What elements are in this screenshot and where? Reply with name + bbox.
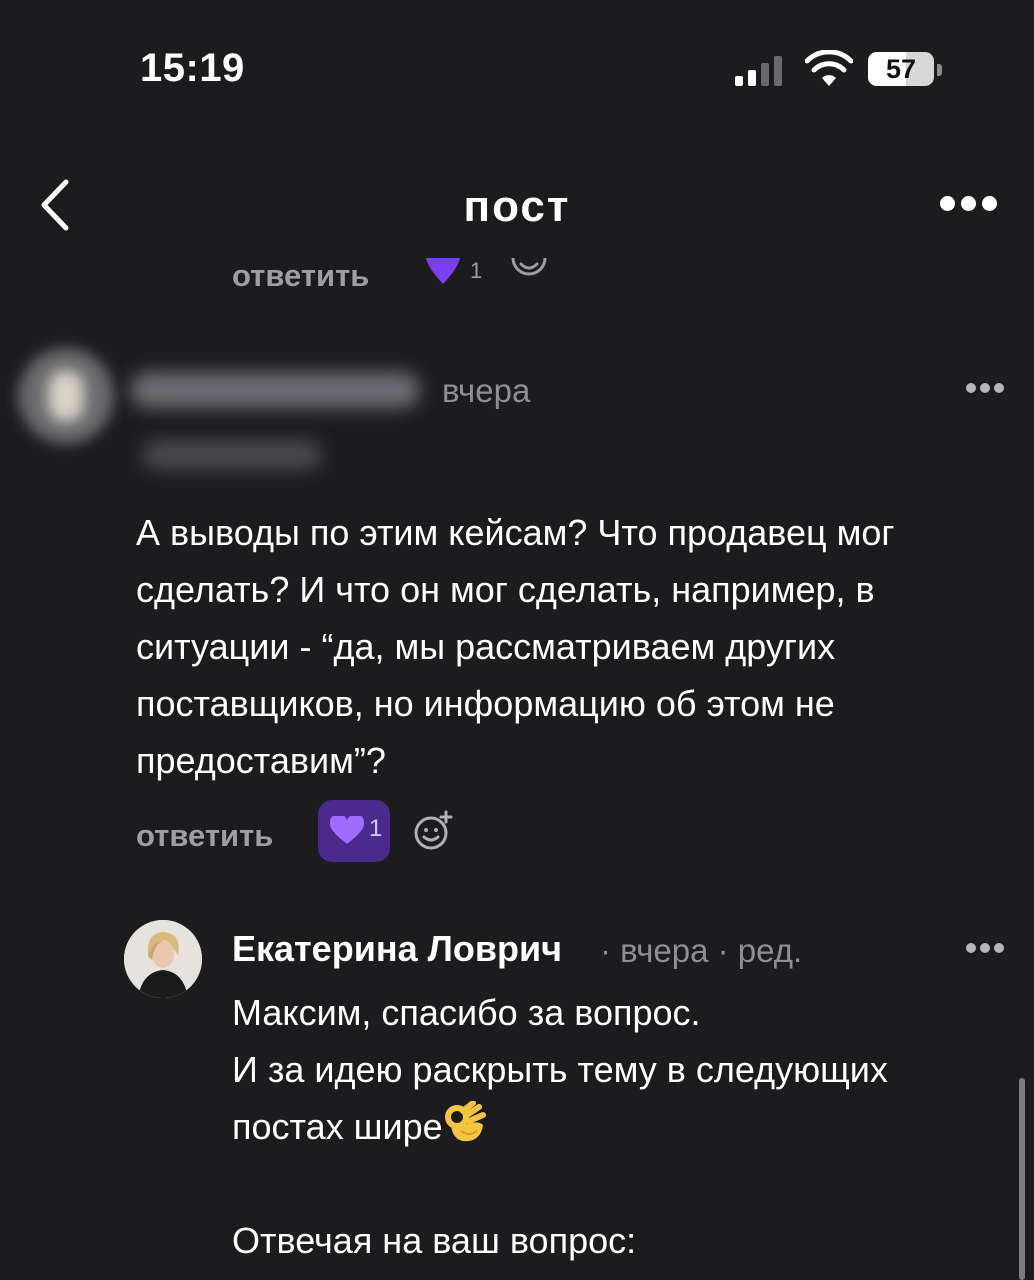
avatar[interactable] [124, 920, 202, 998]
comment-line: поставщиков, но информацию об этом не [136, 683, 835, 724]
author-subtitle-blurred [142, 440, 322, 470]
cellular-signal-icon [735, 54, 787, 86]
ok-hand-emoji [444, 1101, 486, 1142]
comment-text: А выводы по этим кейсам? Что продавец мо… [136, 504, 1006, 789]
battery-icon: 57 [868, 52, 934, 86]
reply-button[interactable]: ответить [232, 258, 369, 294]
scrollbar[interactable] [1019, 1078, 1025, 1280]
comment-line: предоставим”? [136, 740, 386, 781]
avatar[interactable] [18, 348, 114, 444]
page-title: пост [463, 182, 571, 231]
comment-line: ситуации - “да, мы рассматриваем других [136, 626, 836, 667]
reply-text: Максим, спасибо за вопрос. И за идею рас… [232, 984, 1012, 1269]
wifi-icon [805, 50, 853, 86]
more-horizontal-icon[interactable] [940, 196, 1010, 216]
heart-icon[interactable] [424, 258, 462, 286]
like-count: 1 [369, 815, 383, 842]
author-name[interactable]: Екатерина Ловрич [232, 928, 562, 970]
author-name-blurred[interactable] [130, 372, 420, 408]
add-reaction-icon[interactable] [510, 254, 548, 288]
status-time: 15:19 [140, 46, 245, 90]
avatar-photo [124, 920, 202, 998]
comment-time: вчера [442, 372, 531, 409]
add-reaction-icon[interactable] [412, 810, 454, 852]
heart-icon [330, 816, 364, 844]
comment-line: сделать? И что он мог сделать, например,… [136, 569, 875, 610]
comment-line: А выводы по этим кейсам? Что продавец мо… [136, 512, 895, 553]
battery-level: 57 [885, 54, 917, 84]
reply-line: Максим, спасибо за вопрос. [232, 992, 701, 1033]
reply-line: Отвечая на ваш вопрос: [232, 1220, 637, 1261]
reply-button[interactable]: ответить [136, 818, 273, 854]
more-horizontal-icon[interactable] [966, 380, 1026, 396]
heart-reaction-button[interactable]: 1 [318, 800, 390, 862]
like-count: 1 [470, 258, 483, 283]
reply-line-with-emoji: постах шире [232, 1098, 1012, 1155]
reply-line: постах шире [232, 1106, 443, 1147]
comment-meta: · вчера · ред. [600, 932, 803, 969]
more-horizontal-icon[interactable] [966, 940, 1026, 956]
reply-line: И за идею раскрыть тему в следующих [232, 1049, 888, 1090]
battery-cap [937, 64, 942, 76]
